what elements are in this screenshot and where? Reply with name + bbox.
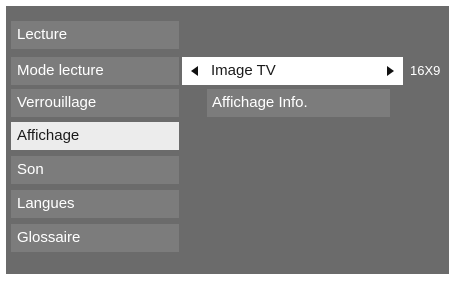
menu-item-glossaire[interactable]: Glossaire: [11, 224, 179, 252]
menu-item-lecture[interactable]: Lecture: [11, 21, 179, 49]
image-tv-value: 16X9: [410, 63, 441, 78]
menu-item-son[interactable]: Son: [11, 156, 179, 184]
arrow-right-icon[interactable]: [387, 66, 394, 76]
submenu-affichage-info[interactable]: Affichage Info.: [207, 89, 390, 117]
menu-item-affichage[interactable]: Affichage: [11, 122, 179, 150]
menu-item-mode-lecture[interactable]: Mode lecture: [11, 57, 179, 85]
menu-item-langues[interactable]: Langues: [11, 190, 179, 218]
submenu-image-tv[interactable]: Image TV: [182, 57, 403, 85]
menu-item-verrouillage[interactable]: Verrouillage: [11, 89, 179, 117]
image-tv-label: Image TV: [211, 62, 276, 79]
arrow-left-icon[interactable]: [191, 66, 198, 76]
tv-osd-screen: Lecture Mode lecture Verrouillage Affich…: [0, 0, 453, 281]
